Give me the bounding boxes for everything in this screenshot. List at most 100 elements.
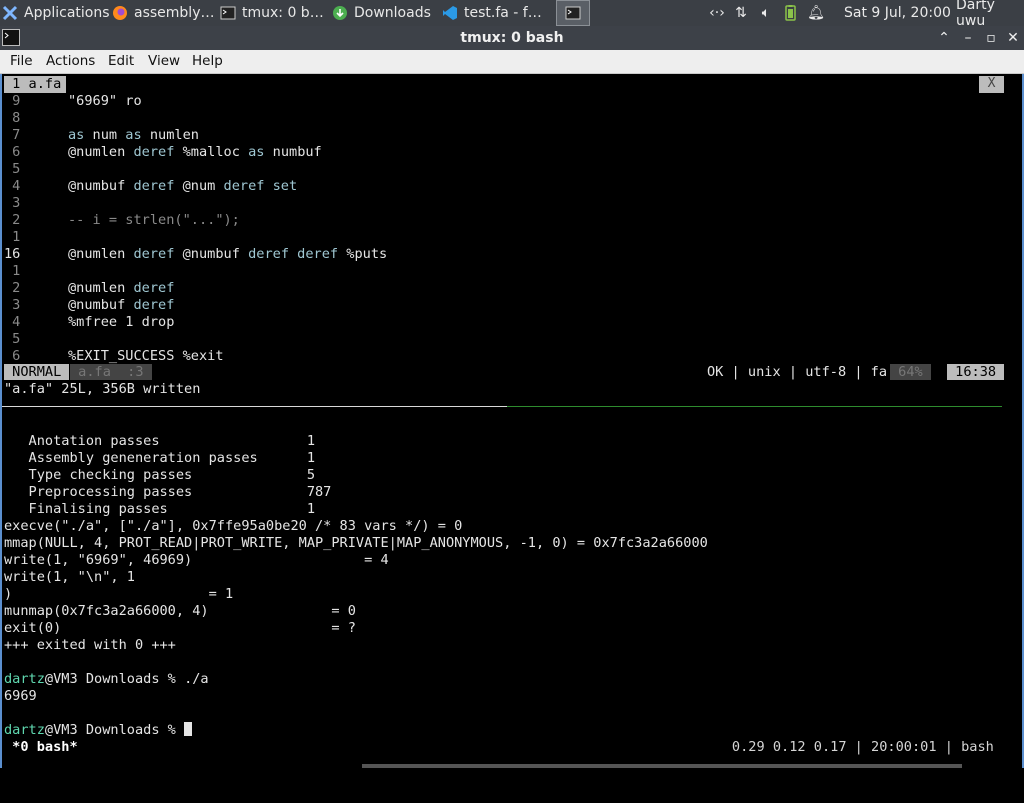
- output-line: execve("./a", ["./a"], 0x7ffe95a0be20 /*…: [4, 518, 463, 534]
- task-tmux[interactable]: tmux: 0 b…: [220, 0, 328, 26]
- download-icon: [333, 6, 347, 20]
- shell-prompt: dartz@VM3 Downloads % ./a: [4, 671, 209, 687]
- code-line[interactable]: @numlen deref %malloc as numbuf: [68, 144, 322, 160]
- task-terminal-active[interactable]: [556, 0, 590, 26]
- text-cursor: [184, 722, 193, 736]
- code-text: @numlen: [68, 280, 134, 296]
- menu-edit[interactable]: Edit: [108, 53, 134, 69]
- system-tray: ‹·› ⇅ 🔈︎ 🔔︎: [706, 0, 828, 26]
- output-line: Type checking passes 5: [4, 467, 315, 483]
- code-line[interactable]: as num as numlen: [68, 127, 199, 143]
- window-title: tmux: 0 bash: [460, 30, 564, 46]
- horizontal-scrollbar[interactable]: [362, 764, 962, 768]
- line-number: 5: [4, 331, 21, 347]
- output-line: mmap(NULL, 4, PROT_READ|PROT_WRITE, MAP_…: [4, 535, 708, 551]
- terminal-icon: [220, 6, 236, 20]
- code-text: numlen: [141, 127, 199, 143]
- output-line: Anotation passes 1: [4, 433, 315, 449]
- vim-status-file: a.fa: [70, 364, 120, 380]
- code-comment: -- i = strlen("...");: [68, 212, 240, 228]
- user-name[interactable]: Darty uwu: [956, 0, 1024, 29]
- code-text: @num: [174, 178, 224, 194]
- output-line: +++ exited with 0 +++: [4, 637, 176, 653]
- vim-tab-close[interactable]: X: [979, 76, 1004, 93]
- vscode-icon: [443, 6, 457, 20]
- notification-bell-icon[interactable]: 🔔︎: [804, 5, 828, 21]
- code-text: %EXIT_SUCCESS %exit: [68, 348, 224, 364]
- line-number: 16: [4, 246, 21, 262]
- task-vscode[interactable]: test.fa - f…: [442, 0, 552, 26]
- chevron-up-icon[interactable]: ⌃: [936, 30, 952, 46]
- line-number: 2: [4, 280, 21, 296]
- applications-menu[interactable]: Applications ☰: [2, 0, 110, 26]
- tmux-statusbar: *0 bash* 0.29 0.12 0.17 | 20:00:01 | bas…: [4, 739, 1002, 756]
- code-line[interactable]: @numlen deref: [68, 280, 174, 296]
- prompt-command: ./a: [184, 671, 209, 687]
- vim-message: "a.fa" 25L, 356B written: [4, 381, 201, 397]
- vim-status-percent: 64%: [890, 364, 931, 380]
- line-number: 6: [4, 144, 21, 160]
- clock[interactable]: Sat 9 Jul, 20:00: [844, 0, 951, 26]
- vim-status-info: OK | unix | utf-8 | fa: [707, 364, 896, 380]
- vim-mode: NORMAL: [4, 364, 70, 380]
- code-keyword: as: [68, 127, 85, 143]
- vim-tab[interactable]: 1 a.fa: [4, 76, 66, 93]
- vim-status-time: 16:38: [947, 364, 1005, 380]
- code-keyword: deref: [133, 280, 175, 296]
- menu-help[interactable]: Help: [192, 53, 223, 69]
- terminal-area[interactable]: 1 a.fa X 9 "6969" ro 8 7 as num as numlen …: [0, 74, 1024, 768]
- code-line[interactable]: @numbuf deref: [68, 297, 174, 313]
- top-panel: Applications ☰ assembly… tmux: 0 b… Down…: [0, 0, 1024, 29]
- task-label: Downloads: [354, 5, 431, 21]
- volume-icon[interactable]: 🔈︎: [754, 5, 778, 21]
- menu-actions[interactable]: Actions: [46, 53, 95, 69]
- output-line: write(1, "\n", 1: [4, 569, 135, 585]
- line-number: 8: [4, 110, 21, 126]
- shell-prompt-current[interactable]: dartz@VM3 Downloads %: [4, 722, 193, 738]
- pane-divider-right[interactable]: [507, 406, 1002, 407]
- task-firefox[interactable]: assembly…: [112, 0, 218, 26]
- menu-view[interactable]: View: [148, 53, 180, 69]
- network-icon[interactable]: ‹·›: [706, 5, 728, 21]
- code-keyword: deref: [133, 297, 175, 313]
- code-line[interactable]: @numbuf deref @num deref set: [68, 178, 297, 194]
- close-button[interactable]: ✕: [1005, 30, 1021, 46]
- applications-label: Applications: [24, 5, 110, 21]
- code-keyword: deref: [133, 178, 175, 194]
- tmux-window-label[interactable]: *0 bash*: [4, 739, 78, 755]
- code-line[interactable]: %mfree 1 drop: [68, 314, 174, 330]
- code-text: %malloc: [174, 144, 249, 160]
- code-text: %puts: [338, 246, 388, 262]
- line-number: 3: [4, 195, 21, 211]
- line-number: 4: [4, 314, 21, 330]
- task-downloads[interactable]: Downloads: [332, 0, 438, 26]
- line-number: 5: [4, 161, 21, 177]
- code-keyword: as: [125, 127, 142, 143]
- pane-divider-left[interactable]: [2, 406, 507, 407]
- maximize-button[interactable]: ▫: [983, 30, 999, 46]
- code-line[interactable]: %EXIT_SUCCESS %exit: [68, 348, 224, 364]
- line-number: 7: [4, 127, 21, 143]
- line-number: 6: [4, 348, 21, 364]
- task-label: test.fa - f…: [464, 5, 542, 21]
- code-keyword: as: [248, 144, 265, 160]
- minimize-button[interactable]: –: [960, 30, 976, 46]
- code-line[interactable]: -- i = strlen("...");: [68, 212, 240, 228]
- code-text: @numbuf: [68, 178, 134, 194]
- line-number: 4: [4, 178, 21, 194]
- window-titlebar[interactable]: tmux: 0 bash ⌃ – ▫ ✕: [0, 26, 1024, 50]
- battery-icon[interactable]: [778, 5, 804, 21]
- line-number: 3: [4, 297, 21, 313]
- code-line[interactable]: @numlen deref @numbuf deref deref %puts: [68, 246, 387, 262]
- code-text: @numbuf: [68, 297, 134, 313]
- transfer-icon[interactable]: ⇅: [728, 5, 754, 21]
- code-line[interactable]: "6969" ro: [68, 93, 142, 109]
- vim-statusline: NORMAL a.fa :3 OK | unix | utf-8 | fa 64…: [4, 364, 1005, 381]
- code-text: numbuf: [264, 144, 322, 160]
- code-text: "6969" ro: [68, 93, 142, 109]
- output-line: ) = 1: [4, 586, 234, 602]
- menu-file[interactable]: File: [10, 53, 33, 69]
- tmux-status-right: 0.29 0.12 0.17 | 20:00:01 | bash: [731, 739, 1002, 755]
- prompt-host: @VM3 Downloads %: [44, 722, 185, 738]
- output-line: Assembly geneneration passes 1: [4, 450, 315, 466]
